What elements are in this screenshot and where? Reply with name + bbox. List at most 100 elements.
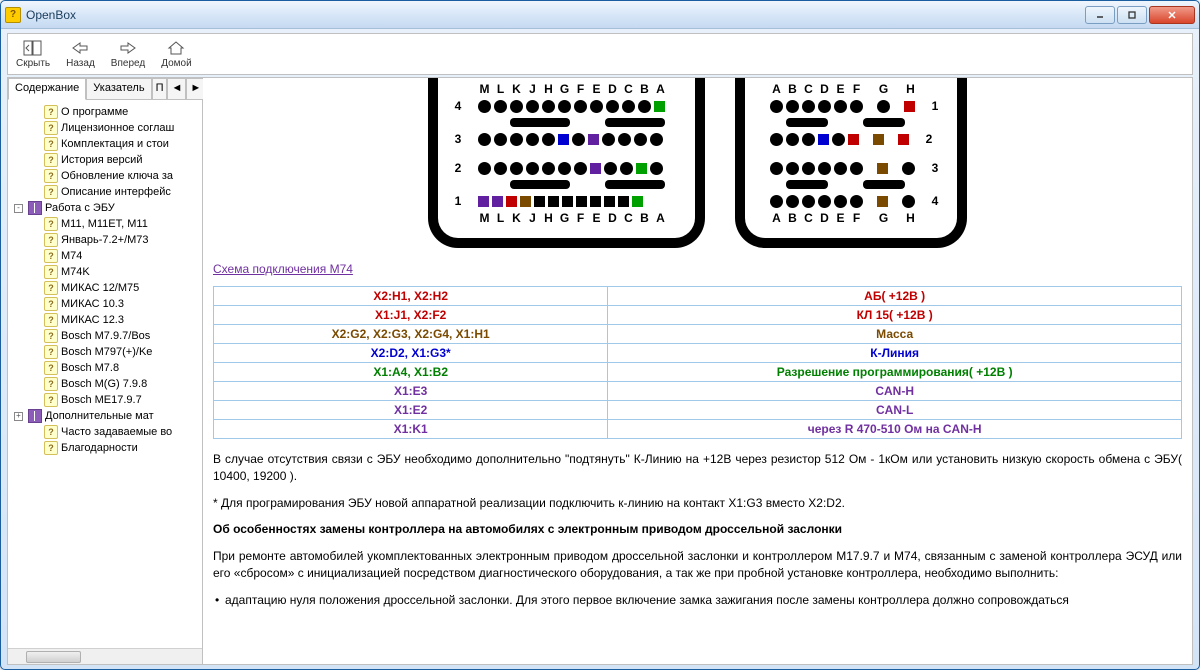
tree-item[interactable]: ?Bosch ME17.9.7 (10, 392, 200, 408)
window-controls (1085, 6, 1195, 24)
tree-item[interactable]: ?Bosch M7.8 (10, 360, 200, 376)
table-row: X2:D2, X1:G3*К-Линия (214, 344, 1182, 363)
note-2: * Для програмирования ЭБУ новой аппаратн… (213, 495, 1182, 512)
help-icon: ? (44, 393, 58, 407)
help-icon: ? (44, 121, 58, 135)
tab-search[interactable]: П (152, 78, 168, 99)
tree-item[interactable]: ?Январь-7.2+/М73 (10, 232, 200, 248)
tree-item[interactable]: - Работа с ЭБУ (10, 200, 200, 216)
help-icon: ? (44, 105, 58, 119)
help-icon: ? (44, 361, 58, 375)
help-icon: ? (44, 185, 58, 199)
tree-item[interactable]: ?Лицензионное соглаш (10, 120, 200, 136)
tree-label: Bosch ME17.9.7 (61, 394, 142, 406)
nav-tree[interactable]: ?О программе?Лицензионное соглаш?Комплек… (8, 100, 202, 648)
titlebar: ? OpenBox (1, 1, 1199, 29)
tree-item[interactable]: ?МИКАС 12.3 (10, 312, 200, 328)
tree-item[interactable]: ?Bosch M797(+)/Ke (10, 344, 200, 360)
tree-item[interactable]: ?М11, М11ЕТ, М11 (10, 216, 200, 232)
forward-button[interactable]: Вперед (107, 37, 149, 71)
pin-cell: X2:H1, X2:H2 (214, 287, 608, 306)
tree-item[interactable]: ?Обновление ключа за (10, 168, 200, 184)
desc-cell: АБ( +12В ) (608, 287, 1182, 306)
sidebar-hscroll[interactable] (8, 648, 202, 664)
back-button[interactable]: Назад (62, 37, 99, 71)
tab-contents[interactable]: Содержание (8, 78, 86, 100)
expand-icon[interactable]: + (14, 412, 23, 421)
desc-cell: К-Линия (608, 344, 1182, 363)
tree-label: МИКАС 12/М75 (61, 282, 139, 294)
help-icon: ? (44, 313, 58, 327)
tree-item[interactable]: ?Часто задаваемые во (10, 424, 200, 440)
heading-features: Об особенностях замены контроллера на ав… (213, 521, 1182, 538)
close-button[interactable] (1149, 6, 1195, 24)
tree-item[interactable]: ?Комплектация и стои (10, 136, 200, 152)
tree-item[interactable]: ?Благодарности (10, 440, 200, 456)
tree-item[interactable]: ?Описание интерфейс (10, 184, 200, 200)
scroll-thumb[interactable] (26, 651, 81, 663)
help-icon: ? (44, 345, 58, 359)
window-title: OpenBox (26, 8, 1085, 22)
help-icon: ? (44, 441, 58, 455)
minimize-button[interactable] (1085, 6, 1115, 24)
schema-link[interactable]: Схема подключения М74 (213, 262, 353, 276)
hide-button[interactable]: Скрыть (12, 37, 54, 71)
tree-label: Комплектация и стои (61, 138, 169, 150)
tree-label: Часто задаваемые во (61, 426, 172, 438)
help-icon: ? (44, 377, 58, 391)
tree-item[interactable]: ?Bosch M(G) 7.9.8 (10, 376, 200, 392)
help-icon: ? (44, 329, 58, 343)
help-icon: ? (44, 137, 58, 151)
bullet-1: адаптацию нуля положения дроссельной зас… (213, 592, 1182, 609)
book-icon (28, 409, 42, 423)
home-icon (166, 39, 186, 57)
tree-item[interactable]: ?МИКАС 10.3 (10, 296, 200, 312)
desc-cell: CAN-L (608, 401, 1182, 420)
tree-item[interactable]: +Дополнительные мат (10, 408, 200, 424)
note-1: В случае отсутствия связи с ЭБУ необходи… (213, 451, 1182, 485)
tree-label: Bosch M7.8 (61, 362, 119, 374)
pin-cell: X2:G2, X2:G3, X2:G4, X1:H1 (214, 325, 608, 344)
tree-label: История версий (61, 154, 142, 166)
table-row: X1:E3CAN-H (214, 382, 1182, 401)
tree-item[interactable]: ?О программе (10, 104, 200, 120)
tree-label: Bosch M797(+)/Ke (61, 346, 152, 358)
tree-item[interactable]: ?М74 (10, 248, 200, 264)
tab-arrow-left[interactable]: ◄ (167, 78, 186, 99)
hide-icon (23, 39, 43, 57)
content-pane[interactable]: MLKJHGFEDCBA 4 3 2 1 MLKJHGFEDCBA ABCDEF… (203, 78, 1192, 664)
desc-cell: Масса (608, 325, 1182, 344)
desc-cell: Разрешение программирования( +12В ) (608, 363, 1182, 382)
tree-label: Работа с ЭБУ (45, 202, 115, 214)
content-area: Содержание Указатель П ◄ ► ?О программе?… (7, 77, 1193, 665)
table-row: X1:J1, X2:F2КЛ 15( +12В ) (214, 306, 1182, 325)
desc-cell: КЛ 15( +12В ) (608, 306, 1182, 325)
help-icon: ? (44, 217, 58, 231)
schema-link-row: Схема подключения М74 (213, 262, 1182, 276)
paragraph-3: При ремонте автомобилей укомплектованных… (213, 548, 1182, 582)
help-icon: ? (44, 281, 58, 295)
tree-label: М74K (61, 266, 90, 278)
tree-label: МИКАС 12.3 (61, 314, 124, 326)
tree-label: Обновление ключа за (61, 170, 173, 182)
connector-left: MLKJHGFEDCBA 4 3 2 1 MLKJHGFEDCBA (428, 78, 705, 248)
table-row: X1:E2CAN-L (214, 401, 1182, 420)
tree-label: М74 (61, 250, 82, 262)
tree-label: М11, М11ЕТ, М11 (61, 218, 148, 230)
table-row: X2:H1, X2:H2АБ( +12В ) (214, 287, 1182, 306)
expand-icon[interactable]: - (14, 204, 23, 213)
help-icon: ? (44, 265, 58, 279)
tree-label: МИКАС 10.3 (61, 298, 124, 310)
tab-index[interactable]: Указатель (86, 78, 151, 99)
home-button[interactable]: Домой (157, 37, 195, 71)
tree-item[interactable]: ?М74K (10, 264, 200, 280)
tree-item[interactable]: ?Bosch M7.9.7/Bos (10, 328, 200, 344)
help-icon: ? (44, 233, 58, 247)
sidebar: Содержание Указатель П ◄ ► ?О программе?… (8, 78, 203, 664)
pin-cell: X1:E3 (214, 382, 608, 401)
maximize-button[interactable] (1117, 6, 1147, 24)
tree-label: О программе (61, 106, 128, 118)
tree-item[interactable]: ?МИКАС 12/М75 (10, 280, 200, 296)
tree-item[interactable]: ?История версий (10, 152, 200, 168)
tree-label: Январь-7.2+/М73 (61, 234, 149, 246)
